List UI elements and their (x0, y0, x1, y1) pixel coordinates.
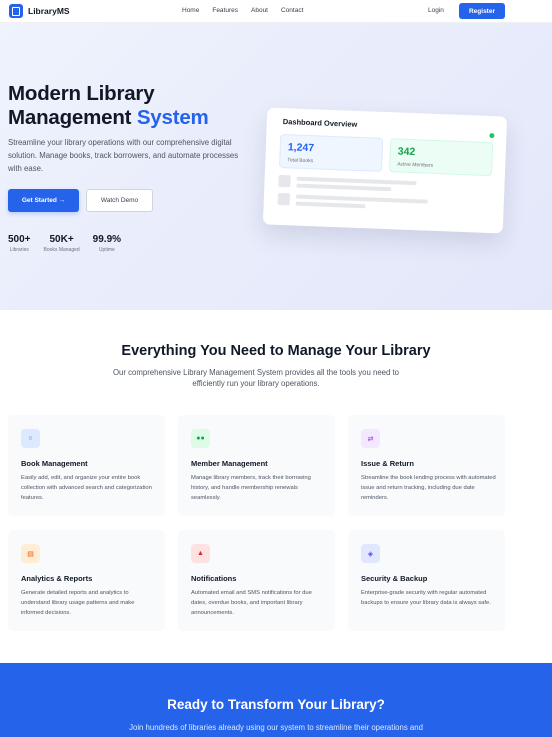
placeholder-thumb (277, 192, 291, 206)
features-subtitle: Our comprehensive Library Management Sys… (112, 368, 400, 388)
feature-card-analytics-reports: ▤ Analytics & Reports Generate detailed … (8, 530, 165, 631)
dashboard-title: Dashboard Overview (282, 117, 358, 129)
feature-description: Enterprise-grade security with regular a… (361, 590, 491, 606)
feature-title: Notifications (191, 574, 237, 583)
stat-value: 99.9% (92, 234, 122, 245)
stat-label: Libraries (9, 247, 29, 253)
hero-title: Modern Library Management System (8, 82, 209, 130)
feature-card-issue-return: ⇄ Issue & Return Streamline the book len… (348, 415, 505, 516)
cta-section: Ready to Transform Your Library? Join hu… (0, 663, 552, 737)
swap-icon: ⇄ (361, 429, 380, 448)
stat-label: Uptime (98, 247, 115, 253)
nav-link-about[interactable]: About (251, 7, 268, 14)
stat-value: 50K+ (49, 234, 74, 245)
nav-link-contact[interactable]: Contact (281, 7, 303, 14)
feature-title: Issue & Return (361, 459, 414, 468)
nav-link-features[interactable]: Features (212, 7, 238, 14)
register-button[interactable]: Register (459, 3, 505, 19)
feature-description: Manage library members, track their borr… (191, 475, 311, 501)
hero-subtitle: Streamline your library operations with … (8, 138, 239, 173)
active-members-label: Active Members (397, 161, 434, 169)
book-logo-icon (9, 4, 23, 18)
total-books-card: 1,247 Total Books (279, 133, 384, 172)
placeholder-thumb (278, 174, 291, 188)
bell-icon: ▲ (191, 544, 210, 563)
feature-description: Generate detailed reports and analytics … (21, 590, 135, 616)
shield-icon: ◈ (361, 544, 380, 563)
feature-card-book-management: ○ Book Management Easily add, edit, and … (8, 415, 165, 516)
feature-card-member-management: ●● Member Management Manage library memb… (178, 415, 335, 516)
dashboard-preview-card: Dashboard Overview 1,247 Total Books 342… (262, 107, 508, 234)
stat-value: 500+ (8, 234, 31, 245)
total-books-value: 1,247 (287, 141, 315, 155)
feature-title: Security & Backup (361, 574, 428, 583)
stat-label: Books Managed (43, 247, 80, 253)
status-dot-icon (489, 132, 495, 139)
nav-links: Home Features About Contact (182, 7, 303, 14)
feature-description: Automated email and SMS notifications fo… (191, 590, 312, 616)
watch-demo-button[interactable]: Watch Demo (86, 189, 153, 212)
get-started-button[interactable]: Get Started → (8, 189, 79, 212)
feature-description: Easily add, edit, and organize your enti… (21, 475, 152, 501)
login-link[interactable]: Login (428, 7, 444, 14)
chart-icon: ▤ (21, 544, 40, 563)
users-icon: ●● (191, 429, 210, 448)
feature-card-notifications: ▲ Notifications Automated email and SMS … (178, 530, 335, 631)
feature-title: Analytics & Reports (21, 574, 93, 583)
cta-subtitle: Join hundreds of libraries already using… (129, 723, 423, 732)
hero-section: Modern Library Management System Streaml… (0, 23, 552, 310)
placeholder-line (296, 183, 392, 192)
feature-title: Member Management (191, 459, 268, 468)
hero-title-line1: Modern Library (8, 82, 155, 105)
total-books-label: Total Books (287, 157, 314, 165)
cta-title: Ready to Transform Your Library? (167, 697, 385, 712)
nav-link-home[interactable]: Home (182, 7, 199, 14)
book-icon: ○ (21, 429, 40, 448)
hero-title-line2: Management (8, 106, 137, 129)
stat-books-managed: 50K+ Books Managed (44, 234, 80, 253)
stat-uptime: 99.9% Uptime (93, 234, 121, 253)
features-title: Everything You Need to Manage Your Libra… (121, 343, 431, 359)
active-members-card: 342 Active Members (388, 138, 494, 177)
stat-libraries: 500+ Libraries (8, 234, 31, 253)
feature-description: Streamline the book lending process with… (361, 475, 496, 501)
active-members-value: 342 (397, 145, 416, 159)
feature-card-security-backup: ◈ Security & Backup Enterprise-grade sec… (348, 530, 505, 631)
placeholder-line (295, 201, 366, 209)
feature-title: Book Management (21, 459, 88, 468)
hero-title-accent: System (136, 106, 209, 129)
brand-logo[interactable]: LibraryMS (9, 4, 70, 18)
top-nav: LibraryMS Home Features About Contact Lo… (0, 0, 552, 23)
hero-stats: 500+ Libraries 50K+ Books Managed 99.9% … (8, 234, 134, 253)
brand-name: LibraryMS (28, 6, 70, 16)
